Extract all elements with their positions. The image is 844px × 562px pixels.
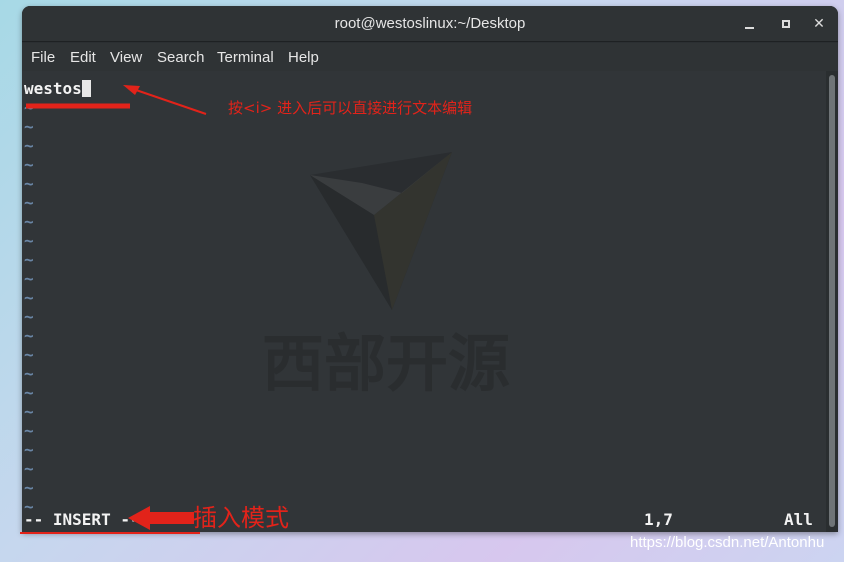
- annotation-press-i: 按<i> 进入后可以直接进行文本编辑: [228, 99, 473, 117]
- source-url: https://blog.csdn.net/Antonhu: [630, 534, 825, 551]
- arrowhead: [123, 85, 140, 95]
- arrow-line: [135, 89, 207, 115]
- insert-arrow: [128, 506, 194, 530]
- annotation-insert-mode: 插入模式: [193, 504, 289, 532]
- annotation-overlay: [20, 85, 207, 534]
